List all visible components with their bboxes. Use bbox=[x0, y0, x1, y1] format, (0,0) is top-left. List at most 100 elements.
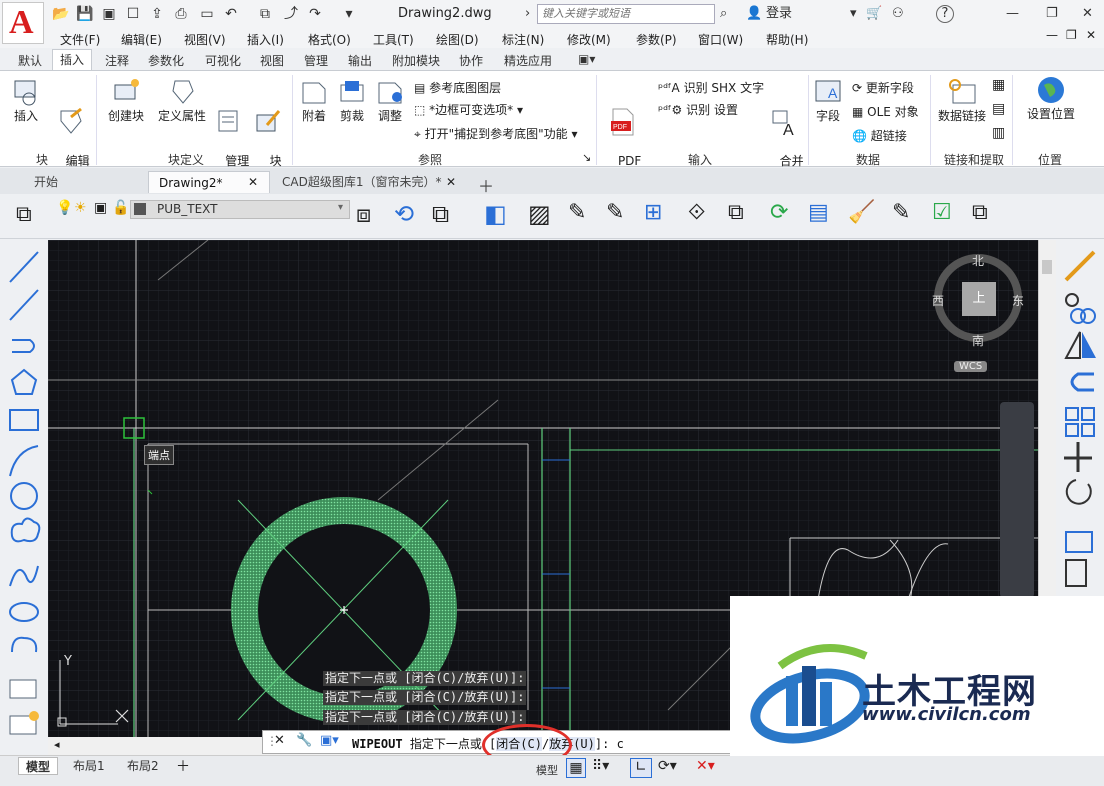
reference-panel-launcher-icon[interactable]: ↘ bbox=[582, 151, 591, 164]
print-icon[interactable]: ⎙ bbox=[172, 5, 190, 23]
minimize-button[interactable]: — bbox=[1006, 4, 1019, 24]
viewcube-top-face[interactable]: 上 bbox=[962, 282, 996, 316]
layer-iso-icon[interactable]: ⧉ bbox=[972, 200, 988, 225]
update-fields-button[interactable]: ⟳ 更新字段 bbox=[852, 79, 914, 96]
underlay-layers-button[interactable]: ▤ 参考底图图层 bbox=[414, 79, 501, 96]
freeze-icon[interactable]: ▣ bbox=[94, 200, 107, 216]
ribbon-toggle-icon[interactable]: ▣▾ bbox=[578, 52, 595, 66]
viewcube-south[interactable]: 南 bbox=[972, 332, 984, 349]
data-panel-title[interactable]: 数据 bbox=[856, 151, 880, 168]
create-block-button[interactable]: 创建块 bbox=[104, 77, 148, 124]
tab-output[interactable]: 输出 bbox=[348, 52, 372, 69]
attribute-edit-icon[interactable]: ⟐ bbox=[688, 200, 705, 225]
layout-tab-2[interactable]: 布局2 bbox=[120, 757, 166, 775]
download-link-icon[interactable]: ▥ bbox=[992, 125, 1005, 141]
scroll-left-icon[interactable]: ◂ bbox=[54, 738, 60, 751]
redo-icon[interactable]: ↷ bbox=[306, 5, 324, 23]
help-icon[interactable]: ? bbox=[936, 5, 954, 23]
share-icon[interactable]: ⤴ bbox=[282, 5, 300, 23]
doc-tab-cad-library[interactable]: CAD超级图库1（窗帘未完）* bbox=[272, 171, 451, 193]
sun-icon[interactable]: ☀ bbox=[74, 200, 87, 216]
match-icon[interactable]: ⧉ bbox=[256, 5, 274, 23]
tab-default[interactable]: 默认 bbox=[18, 52, 42, 69]
tab-featured-apps[interactable]: 精选应用 bbox=[504, 52, 552, 69]
doc-restore-button[interactable]: ❐ bbox=[1066, 28, 1077, 42]
menu-file[interactable]: 文件(F) bbox=[60, 31, 100, 48]
search-expand-icon[interactable]: › bbox=[525, 4, 530, 24]
lock-icon[interactable]: 🔓 bbox=[112, 200, 129, 216]
draw-order-icon[interactable]: ◧ bbox=[484, 200, 507, 228]
block-attribute-icon[interactable]: ⧉ bbox=[728, 200, 744, 225]
bulb-icon[interactable]: 💡 bbox=[56, 200, 73, 216]
reference-panel-title[interactable]: 参照 bbox=[418, 151, 442, 168]
polar-tracking-icon[interactable]: ⟳▾ bbox=[658, 758, 677, 774]
command-close-icon[interactable]: ✕ bbox=[274, 733, 285, 748]
sync-icon[interactable]: ⟳ bbox=[770, 200, 788, 225]
status-model-button[interactable]: 模型 bbox=[536, 762, 558, 778]
edit-polyline-icon[interactable]: ✎ bbox=[568, 200, 586, 225]
menu-tools[interactable]: 工具(T) bbox=[373, 31, 414, 48]
scrollbar-thumb[interactable] bbox=[1042, 260, 1052, 274]
text-edit-icon[interactable]: ✎ bbox=[892, 200, 910, 225]
clip-button[interactable]: 剪裁 bbox=[334, 77, 370, 124]
tab-annotate[interactable]: 注释 bbox=[105, 52, 129, 69]
doc-minimize-button[interactable]: — bbox=[1046, 28, 1058, 42]
grid-toggle-icon[interactable]: ▦ bbox=[566, 758, 586, 778]
wcs-dropdown[interactable]: WCS bbox=[954, 361, 988, 372]
new-tab-icon[interactable]: ＋ bbox=[478, 173, 494, 197]
restore-button[interactable]: ❐ bbox=[1046, 4, 1058, 24]
add-layout-icon[interactable]: ＋ bbox=[176, 756, 190, 776]
layer-match-icon[interactable]: ⧈ bbox=[356, 200, 371, 228]
menu-edit[interactable]: 编辑(E) bbox=[121, 31, 162, 48]
snap-to-underlay-dropdown[interactable]: ⌖ 打开"捕捉到参考底图"功能 ▾ bbox=[414, 125, 577, 142]
recognize-shx-button[interactable]: ᵖᵈᶠA 识别 SHX 文字 bbox=[658, 79, 764, 96]
insert-block-button[interactable]: 插入 bbox=[6, 77, 46, 124]
command-input[interactable]: c bbox=[617, 737, 624, 751]
close-button[interactable]: ✕ bbox=[1082, 4, 1093, 24]
wipeout-icon[interactable]: ▣▾ bbox=[320, 733, 339, 748]
customize-quick-access-icon[interactable]: ▾ bbox=[340, 5, 358, 23]
viewcube-west[interactable]: 西 bbox=[932, 292, 944, 309]
hatch-edit-icon[interactable]: ▨ bbox=[528, 200, 551, 228]
search-input[interactable] bbox=[537, 4, 715, 24]
array-edit-icon[interactable]: ⊞ bbox=[644, 200, 662, 225]
close-tab-icon[interactable]: ✕ bbox=[446, 175, 456, 189]
osnap-icon[interactable]: ✕▾ bbox=[696, 758, 715, 774]
field-button[interactable]: A 字段 bbox=[810, 77, 846, 124]
upload-link-icon[interactable]: ▤ bbox=[992, 101, 1005, 117]
define-attributes-button[interactable]: 定义属性 bbox=[156, 77, 208, 124]
layer-previous-icon[interactable]: ⟲ bbox=[394, 200, 414, 228]
layer-state-icon[interactable]: ⧉ bbox=[432, 200, 449, 228]
attach-button[interactable]: 附着 bbox=[296, 77, 332, 124]
open-folder-icon[interactable]: 📂 bbox=[52, 5, 70, 23]
adjust-button[interactable]: 调整 bbox=[372, 77, 408, 124]
location-panel-title[interactable]: 位置 bbox=[1038, 151, 1062, 168]
broom-icon[interactable]: 🧹 bbox=[848, 200, 875, 225]
data-link-button[interactable]: 数据链接 bbox=[934, 77, 990, 124]
upload-icon[interactable]: ⇪ bbox=[148, 5, 166, 23]
checklist-icon[interactable]: ☑ bbox=[932, 200, 952, 225]
menu-dimension[interactable]: 标注(N) bbox=[502, 31, 544, 48]
tab-view[interactable]: 视图 bbox=[260, 52, 284, 69]
tab-manage[interactable]: 管理 bbox=[304, 52, 328, 69]
import-panel-title[interactable]: 输入 bbox=[688, 151, 712, 168]
tab-parametric[interactable]: 参数化 bbox=[148, 52, 184, 69]
command-customize-icon[interactable]: 🔧 bbox=[296, 733, 312, 748]
edit-spline-icon[interactable]: ✎ bbox=[606, 200, 624, 225]
login-button[interactable]: 登录 bbox=[766, 4, 792, 24]
application-menu-button[interactable]: A bbox=[2, 2, 44, 44]
link-extract-panel-title[interactable]: 链接和提取 bbox=[944, 151, 1004, 168]
layer-dropdown-arrow-icon[interactable]: ▾ bbox=[338, 202, 343, 213]
viewcube-east[interactable]: 东 bbox=[1012, 292, 1024, 309]
viewcube-north[interactable]: 北 bbox=[972, 252, 984, 269]
tab-insert[interactable]: 插入 bbox=[52, 49, 92, 71]
binoculars-icon[interactable]: ⌕ bbox=[720, 4, 727, 24]
login-dropdown-icon[interactable]: ▾ bbox=[850, 4, 857, 24]
close-tab-icon[interactable]: ✕ bbox=[248, 175, 258, 189]
save-icon[interactable]: 💾 bbox=[76, 5, 94, 23]
menu-view[interactable]: 视图(V) bbox=[184, 31, 226, 48]
menu-window[interactable]: 窗口(W) bbox=[698, 31, 743, 48]
frame-variable-dropdown[interactable]: ⬚ *边框可变选项* ▾ bbox=[414, 101, 523, 118]
ole-object-button[interactable]: ▦ OLE 对象 bbox=[852, 103, 919, 120]
plot-icon[interactable]: ▭ bbox=[198, 5, 216, 23]
